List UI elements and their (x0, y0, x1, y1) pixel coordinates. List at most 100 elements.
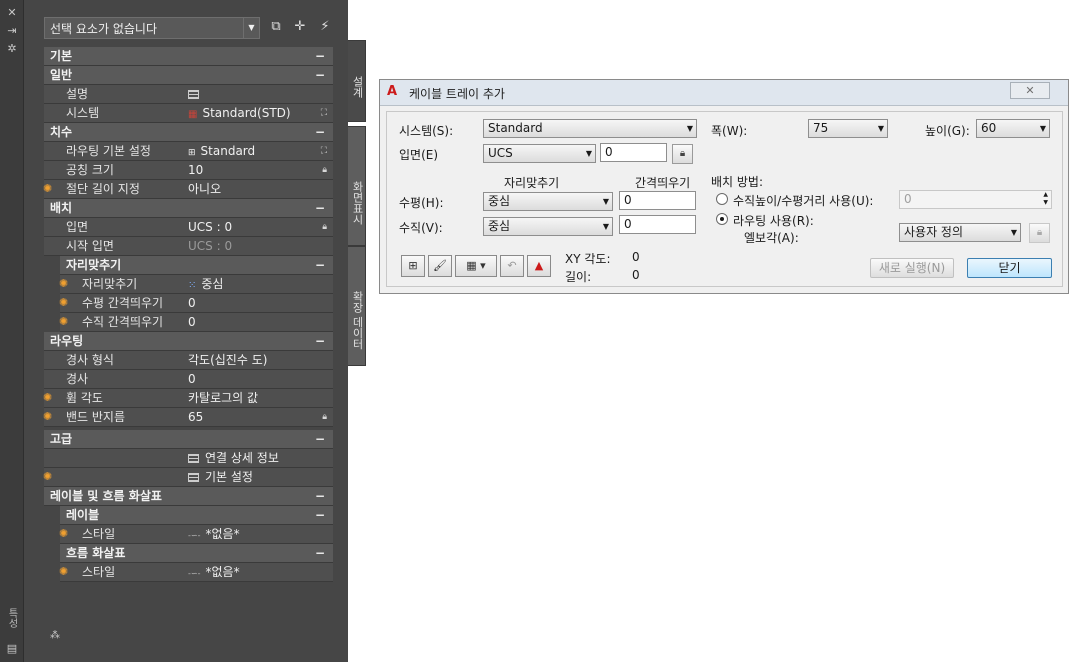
prop-value[interactable]: 65 (188, 408, 203, 426)
collapse-icon[interactable]: − (315, 256, 325, 274)
prop-routing-pref[interactable]: 라우팅 기본 설정 ⊞ Standard ⛶ (44, 142, 333, 161)
close-icon[interactable]: ✕ (5, 6, 19, 20)
close-dialog-button[interactable]: 닫기 (967, 258, 1052, 278)
lock-icon[interactable]: 🔒︎ (322, 408, 327, 426)
section-general[interactable]: 일반 − (44, 66, 333, 85)
horizontal-dropdown[interactable]: 중심 ▼ (483, 192, 613, 211)
prop-basic-settings[interactable]: ✺ 기본 설정 (43, 468, 333, 487)
tab-design[interactable]: 설계 (348, 40, 366, 122)
elevation-lock-button[interactable]: 🔒︎ (672, 144, 693, 164)
asterisk-icon: ✺ (59, 315, 69, 328)
prop-value[interactable]: 0 (188, 313, 196, 331)
collapse-icon[interactable]: − (315, 544, 325, 562)
prop-value[interactable]: 기본 설정 (188, 468, 253, 486)
prop-v-offset[interactable]: ✺ 수직 간격띄우기 0 (44, 313, 333, 332)
system-dropdown-value: Standard (488, 121, 543, 135)
prop-value[interactable]: 0 (188, 370, 196, 388)
collapse-icon[interactable]: − (315, 123, 325, 141)
pick-icon[interactable]: ⛶ (321, 142, 327, 160)
prop-value[interactable]: ⊞ Standard (188, 142, 255, 162)
properties-palette-icon[interactable]: ▲ (527, 255, 551, 277)
pick-add-icon[interactable]: ✛ (291, 18, 309, 36)
prop-value[interactable]: UCS : 0 (188, 218, 232, 236)
prop-bend-angle[interactable]: ✺ 휨 각도 카탈로그의 값 (43, 389, 333, 408)
match-properties-icon[interactable]: 🖌︎ (428, 255, 452, 277)
prop-nominal-size[interactable]: 공칭 크기 10 🔒︎ (44, 161, 333, 180)
elbow-dropdown[interactable]: 사용자 정의 ▼ (899, 223, 1021, 242)
palette-footer-icon[interactable]: ⁂ (50, 630, 60, 641)
prop-h-offset[interactable]: ✺ 수평 간격띄우기 0 (44, 294, 333, 313)
section-label: 레이블 (66, 508, 100, 522)
section-basic[interactable]: 기본 − (44, 47, 333, 66)
quick-select-icon[interactable]: ⚡ (316, 18, 334, 36)
collapse-icon[interactable]: − (315, 506, 325, 524)
palette-menu-icon[interactable]: ▤ (5, 642, 19, 656)
prop-label-style[interactable]: ✺ 스타일 -∽- *없음* (44, 525, 333, 544)
horizontal-offset-input[interactable]: 0 (619, 191, 696, 210)
section-placement[interactable]: 배치 − (44, 199, 333, 218)
prop-value[interactable]: 연결 상세 정보 (188, 449, 279, 467)
vertical-offset-input[interactable]: 0 (619, 215, 696, 234)
prop-value[interactable]: -∽- *없음* (188, 525, 240, 545)
collapse-icon[interactable]: − (315, 430, 325, 448)
prop-value[interactable]: 10 (188, 161, 203, 179)
prop-description[interactable]: 설명 (44, 85, 333, 104)
section-dimensions[interactable]: 치수 − (44, 123, 333, 142)
edit-dialog-icon[interactable] (188, 454, 199, 463)
system-dropdown[interactable]: Standard ▼ (483, 119, 697, 138)
prop-value[interactable]: -∽- *없음* (188, 563, 240, 583)
prop-slope[interactable]: 경사 0 (44, 370, 333, 389)
prop-slope-format[interactable]: 경사 형식 각도(십진수 도) (44, 351, 333, 370)
prop-system[interactable]: 시스템 ▦ Standard(STD) ⛶ (44, 104, 333, 123)
lock-icon[interactable]: 🔒︎ (322, 218, 327, 236)
radio-routing[interactable] (716, 213, 728, 225)
section-labels[interactable]: 레이블 − (60, 506, 333, 525)
edit-dialog-icon[interactable] (188, 473, 199, 482)
collapse-icon[interactable]: − (315, 199, 325, 217)
elevation-input[interactable]: 0 (600, 143, 667, 162)
prop-cut-length[interactable]: ✺ 절단 길이 지정 아니오 (43, 180, 333, 199)
spinner-icon: ▲ ▼ (1043, 191, 1048, 206)
prop-elevation[interactable]: 입면 UCS : 0 🔒︎ (44, 218, 333, 237)
collapse-icon[interactable]: − (315, 332, 325, 350)
prop-value[interactable]: ▦ Standard(STD) (188, 104, 291, 124)
autohide-icon[interactable]: ⇥ (5, 24, 19, 38)
collapse-icon[interactable]: − (315, 66, 325, 84)
vertical-dropdown[interactable]: 중심 ▼ (483, 217, 613, 236)
collapse-icon[interactable]: − (315, 47, 325, 65)
properties-palette: ✕ ⇥ ✲ 특성 ▤ 선택 요소가 없습니다 ▼ ⧉ ✛ ⚡ 기본 − 일반 − 설… (0, 0, 348, 662)
select-objects-icon[interactable]: ⧉ (267, 18, 285, 36)
prop-connection-details[interactable]: 연결 상세 정보 (44, 449, 333, 468)
prop-value[interactable]: 0 (188, 294, 196, 312)
compass-icon[interactable]: ⊞ (401, 255, 425, 277)
section-justification[interactable]: 자리맞추기 − (60, 256, 333, 275)
prop-value[interactable] (188, 85, 205, 103)
prop-bend-radius[interactable]: ✺ 밴드 반지름 65 🔒︎ (43, 408, 333, 427)
selection-combo[interactable]: 선택 요소가 없습니다 ▼ (44, 17, 260, 39)
lock-icon[interactable]: 🔒︎ (322, 161, 327, 179)
section-flow-arrows[interactable]: 흐름 화살표 − (60, 544, 333, 563)
prop-value[interactable]: 아니오 (188, 180, 221, 198)
elevation-ref-dropdown[interactable]: UCS ▼ (483, 144, 596, 163)
dialog-title-bar[interactable]: A 케이블 트레이 추가 ✕ (380, 80, 1068, 106)
tab-extended-data[interactable]: 확장 데이터 (348, 246, 366, 366)
connection-options-icon[interactable]: ▦ ▾ (455, 255, 497, 277)
prop-value[interactable]: ⁙ 중심 (188, 275, 223, 295)
prop-value[interactable]: 카탈로그의 값 (188, 389, 258, 407)
edit-dialog-icon[interactable] (188, 90, 199, 99)
width-dropdown[interactable]: 75 ▼ (808, 119, 888, 138)
height-dropdown[interactable]: 60 ▼ (976, 119, 1050, 138)
close-button[interactable]: ✕ (1010, 82, 1050, 99)
section-labels-flow[interactable]: 레이블 및 흐름 화살표 − (44, 487, 333, 506)
prop-justification[interactable]: ✺ 자리맞추기 ⁙ 중심 (44, 275, 333, 294)
pick-icon[interactable]: ⛶ (321, 104, 327, 122)
radio-vertical-horizontal[interactable] (716, 193, 728, 205)
section-routing[interactable]: 라우팅 − (44, 332, 333, 351)
collapse-icon[interactable]: − (315, 487, 325, 505)
asterisk-icon: ✺ (43, 470, 53, 483)
prop-value[interactable]: 각도(십진수 도) (188, 351, 267, 369)
prop-flow-style[interactable]: ✺ 스타일 -∽- *없음* (44, 563, 333, 582)
settings-icon[interactable]: ✲ (5, 42, 19, 56)
tab-display[interactable]: 화면표시 (348, 126, 366, 246)
section-advanced[interactable]: 고급 − (44, 430, 333, 449)
